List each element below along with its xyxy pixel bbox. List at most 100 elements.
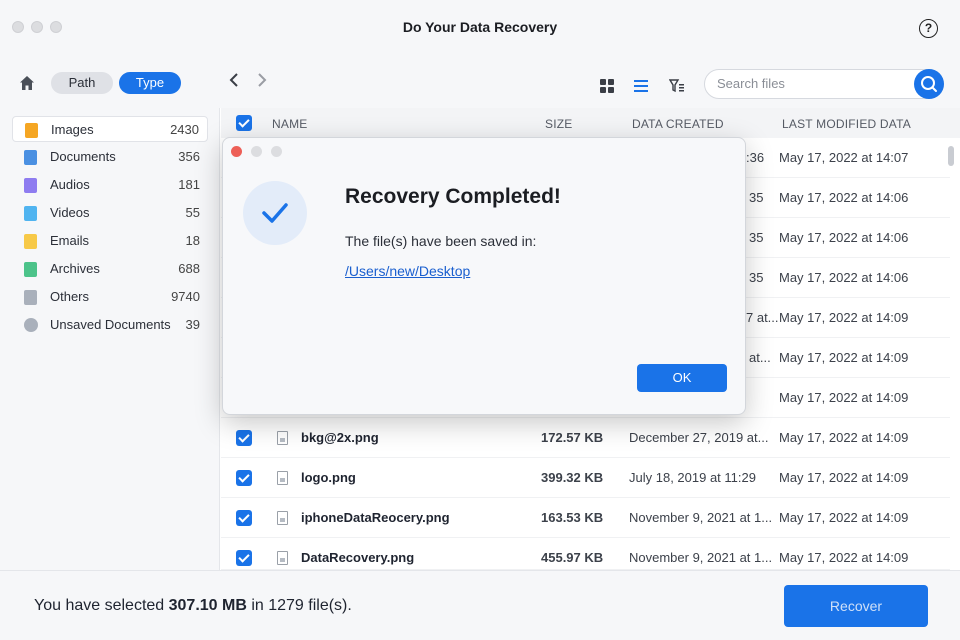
search-button[interactable] bbox=[914, 69, 944, 99]
modified-cell: May 17, 2022 at 14:09 bbox=[779, 550, 909, 565]
dialog-title: Recovery Completed! bbox=[345, 185, 561, 208]
file-name: iphoneDataReocery.png bbox=[301, 510, 450, 525]
search-box bbox=[704, 69, 944, 99]
sidebar-item-documents[interactable]: Documents 356 bbox=[12, 144, 208, 170]
file-size: 172.57 KB bbox=[541, 430, 604, 445]
file-size: 163.53 KB bbox=[541, 510, 604, 525]
created-cell: 7 at... bbox=[746, 310, 779, 325]
created-cell: 35 bbox=[749, 270, 764, 285]
sidebar-item-label: Unsaved Documents bbox=[50, 317, 171, 332]
scrollbar-thumb[interactable] bbox=[948, 146, 954, 166]
image-file-icon bbox=[277, 511, 288, 525]
list-view-icon[interactable] bbox=[633, 78, 649, 94]
sidebar-item-count: 356 bbox=[178, 149, 200, 164]
recovery-completed-dialog: Recovery Completed! The file(s) have bee… bbox=[222, 137, 746, 415]
modified-cell: May 17, 2022 at 14:06 bbox=[779, 270, 909, 285]
created-cell: 35 bbox=[749, 230, 764, 245]
file-size: 399.32 KB bbox=[541, 470, 604, 485]
file-name: logo.png bbox=[301, 470, 356, 485]
sidebar-item-archives[interactable]: Archives 688 bbox=[12, 256, 208, 282]
dialog-zoom-button[interactable] bbox=[271, 146, 282, 157]
sidebar-item-count: 181 bbox=[178, 177, 200, 192]
column-header-created[interactable]: DATA CREATED bbox=[632, 117, 724, 131]
forward-arrow-icon[interactable] bbox=[256, 72, 268, 88]
column-header-name[interactable]: NAME bbox=[272, 117, 307, 131]
back-arrow-icon[interactable] bbox=[228, 72, 240, 88]
created-cell: December 27, 2019 at... bbox=[629, 430, 769, 445]
row-checkbox[interactable] bbox=[236, 430, 252, 446]
dialog-message: The file(s) have been saved in: bbox=[345, 233, 537, 249]
row-checkbox[interactable] bbox=[236, 550, 252, 566]
modified-cell: May 17, 2022 at 14:09 bbox=[779, 510, 909, 525]
grid-view-icon[interactable] bbox=[599, 78, 615, 94]
file-name: DataRecovery.png bbox=[301, 550, 415, 565]
table-header: NAME SIZE DATA CREATED LAST MODIFIED DAT… bbox=[221, 108, 960, 138]
app-title: Do Your Data Recovery bbox=[402, 19, 558, 35]
sidebar-item-label: Videos bbox=[50, 205, 90, 220]
created-cell: November 9, 2021 at 1... bbox=[629, 550, 773, 565]
select-all-checkbox[interactable] bbox=[236, 115, 252, 131]
sidebar-item-audios[interactable]: Audios 181 bbox=[12, 172, 208, 198]
modified-cell: May 17, 2022 at 14:06 bbox=[779, 230, 909, 245]
selection-size: 307.10 MB bbox=[168, 597, 247, 614]
path-view-toggle[interactable]: Path bbox=[51, 72, 113, 94]
table-row[interactable]: logo.png 399.32 KB July 18, 2019 at 11:2… bbox=[221, 458, 950, 498]
toolbar: Path Type bbox=[0, 56, 960, 108]
other-file-icon bbox=[24, 290, 37, 305]
sidebar-item-emails[interactable]: Emails 18 bbox=[12, 228, 208, 254]
saved-path-link[interactable]: /Users/new/Desktop bbox=[345, 263, 470, 279]
created-cell: at... bbox=[749, 350, 771, 365]
row-checkbox[interactable] bbox=[236, 470, 252, 486]
audio-file-icon bbox=[24, 178, 37, 193]
ok-button[interactable]: OK bbox=[637, 364, 727, 392]
selection-count: in 1279 file(s). bbox=[246, 597, 352, 614]
recover-button[interactable]: Recover bbox=[784, 585, 928, 627]
image-file-icon bbox=[25, 123, 38, 138]
sidebar-item-unsaved-documents[interactable]: Unsaved Documents 39 bbox=[12, 312, 208, 338]
dialog-close-button[interactable] bbox=[231, 146, 242, 157]
created-cell: November 9, 2021 at 1... bbox=[629, 510, 773, 525]
email-file-icon bbox=[24, 234, 37, 249]
table-row[interactable]: bkg@2x.png 172.57 KB December 27, 2019 a… bbox=[221, 418, 950, 458]
archive-file-icon bbox=[24, 262, 37, 277]
help-icon[interactable]: ? bbox=[919, 19, 938, 38]
sidebar-item-others[interactable]: Others 9740 bbox=[12, 284, 208, 310]
table-row[interactable]: iphoneDataReocery.png 163.53 KB November… bbox=[221, 498, 950, 538]
type-view-toggle[interactable]: Type bbox=[119, 72, 181, 94]
sidebar-item-count: 2430 bbox=[170, 122, 199, 137]
created-cell: 35 bbox=[749, 190, 764, 205]
column-header-size[interactable]: SIZE bbox=[545, 117, 572, 131]
sidebar-item-label: Others bbox=[50, 289, 90, 304]
sidebar-item-videos[interactable]: Videos 55 bbox=[12, 200, 208, 226]
sidebar-item-label: Documents bbox=[50, 149, 116, 164]
created-cell: :36 bbox=[746, 150, 765, 165]
home-icon[interactable] bbox=[18, 74, 36, 92]
column-header-modified[interactable]: LAST MODIFIED DATA bbox=[782, 117, 911, 131]
image-file-icon bbox=[277, 551, 288, 565]
file-size: 455.97 KB bbox=[541, 550, 604, 565]
sidebar-item-count: 39 bbox=[185, 317, 200, 332]
clock-icon bbox=[24, 318, 38, 332]
row-checkbox[interactable] bbox=[236, 510, 252, 526]
modified-cell: May 17, 2022 at 14:09 bbox=[779, 310, 909, 325]
sidebar-item-label: Archives bbox=[50, 261, 100, 276]
modified-cell: May 17, 2022 at 14:09 bbox=[779, 430, 909, 445]
sidebar-item-count: 688 bbox=[178, 261, 200, 276]
search-input[interactable] bbox=[717, 76, 907, 91]
modified-cell: May 17, 2022 at 14:09 bbox=[779, 390, 909, 405]
image-file-icon bbox=[277, 431, 288, 445]
filter-icon[interactable] bbox=[669, 78, 685, 94]
document-file-icon bbox=[24, 150, 37, 165]
sidebar-item-images[interactable]: Images 2430 bbox=[12, 116, 208, 142]
dialog-minimize-button[interactable] bbox=[251, 146, 262, 157]
title-bar: Do Your Data Recovery ? bbox=[0, 0, 960, 56]
status-footer: You have selected 307.10 MB in 1279 file… bbox=[0, 570, 960, 640]
sidebar-item-count: 9740 bbox=[171, 289, 200, 304]
modified-cell: May 17, 2022 at 14:09 bbox=[779, 350, 909, 365]
image-file-icon bbox=[277, 471, 288, 485]
table-row[interactable]: DataRecovery.png 455.97 KB November 9, 2… bbox=[221, 538, 950, 570]
sidebar-item-label: Images bbox=[51, 122, 94, 137]
modified-cell: May 17, 2022 at 14:07 bbox=[779, 150, 909, 165]
created-cell: July 18, 2019 at 11:29 bbox=[629, 470, 756, 485]
selection-summary: You have selected 307.10 MB in 1279 file… bbox=[34, 597, 352, 615]
